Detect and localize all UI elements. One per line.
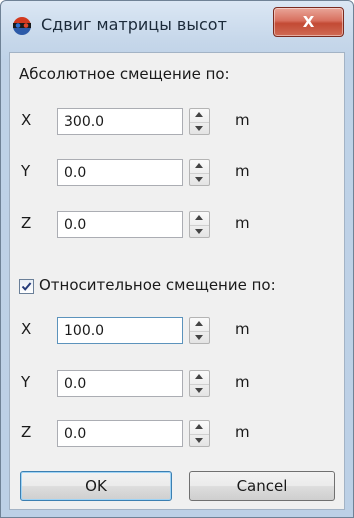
- spin-down-icon[interactable]: [190, 173, 209, 186]
- spin-up-icon[interactable]: [190, 318, 209, 330]
- absolute-z-spinner[interactable]: [189, 211, 210, 238]
- absolute-y-input[interactable]: [57, 159, 183, 186]
- spin-down-icon[interactable]: [190, 384, 209, 397]
- relative-x-spinner[interactable]: [189, 317, 210, 344]
- absolute-z-input[interactable]: [57, 211, 183, 238]
- close-icon: X: [302, 13, 315, 31]
- dialog-body: Абсолютное смещение по: X m Y m Z m Отно…: [9, 52, 345, 510]
- window-title: Сдвиг матрицы высот: [41, 15, 227, 34]
- relative-z-input[interactable]: [57, 420, 183, 447]
- relative-x-input[interactable]: [57, 317, 183, 344]
- relative-x-unit: m: [235, 320, 250, 338]
- cancel-button[interactable]: Cancel: [189, 471, 335, 501]
- spin-down-icon[interactable]: [190, 225, 209, 238]
- relative-offset-checkbox[interactable]: [19, 279, 34, 294]
- absolute-x-unit: m: [235, 111, 250, 129]
- relative-z-spinner[interactable]: [189, 420, 210, 447]
- dialog-window: Сдвиг матрицы высот X Абсолютное смещени…: [0, 0, 354, 518]
- spin-up-icon[interactable]: [190, 421, 209, 433]
- relative-z-label: Z: [21, 423, 32, 441]
- checkmark-icon: [21, 282, 32, 291]
- spin-down-icon[interactable]: [190, 122, 209, 135]
- absolute-y-label: Y: [21, 162, 31, 180]
- absolute-z-unit: m: [235, 214, 250, 232]
- absolute-x-label: X: [21, 111, 32, 129]
- relative-y-label: Y: [21, 373, 31, 391]
- absolute-y-spinner[interactable]: [189, 159, 210, 186]
- absolute-x-spinner[interactable]: [189, 108, 210, 135]
- spin-up-icon[interactable]: [190, 160, 209, 172]
- relative-offset-label[interactable]: Относительное смещение по:: [39, 276, 276, 294]
- relative-z-unit: m: [235, 423, 250, 441]
- spin-up-icon[interactable]: [190, 212, 209, 224]
- app-logo-icon: [11, 14, 33, 36]
- spin-up-icon[interactable]: [190, 109, 209, 121]
- relative-y-spinner[interactable]: [189, 370, 210, 397]
- spin-up-icon[interactable]: [190, 371, 209, 383]
- close-button[interactable]: X: [273, 7, 344, 37]
- absolute-offset-label: Абсолютное смещение по:: [19, 65, 230, 83]
- title-bar[interactable]: Сдвиг матрицы высот X: [1, 1, 353, 51]
- relative-x-label: X: [21, 320, 32, 338]
- absolute-x-input[interactable]: [57, 108, 183, 135]
- spin-down-icon[interactable]: [190, 434, 209, 447]
- spin-down-icon[interactable]: [190, 331, 209, 344]
- relative-y-unit: m: [235, 373, 250, 391]
- absolute-z-label: Z: [21, 214, 32, 232]
- absolute-y-unit: m: [235, 162, 250, 180]
- relative-y-input[interactable]: [57, 370, 183, 397]
- ok-button[interactable]: OK: [20, 471, 172, 501]
